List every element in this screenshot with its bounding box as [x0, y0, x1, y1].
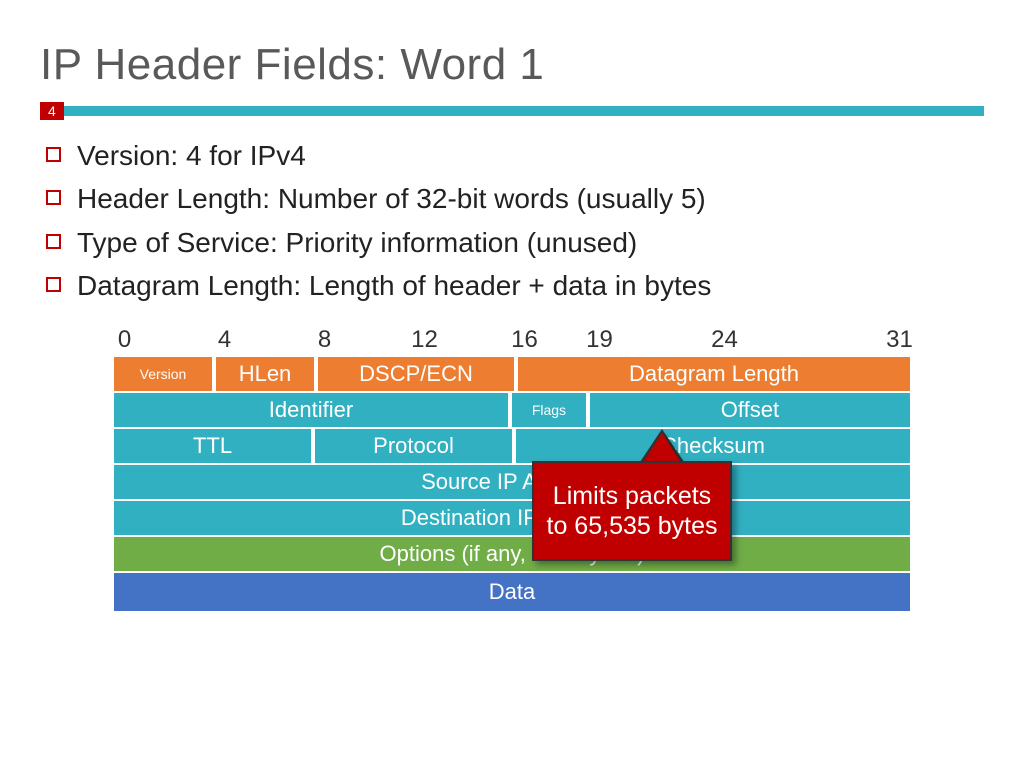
bullet-icon	[46, 234, 61, 249]
field-version: Version	[112, 356, 214, 392]
field-flags: Flags	[510, 392, 588, 428]
field-protocol: Protocol	[313, 428, 514, 464]
bit-tick-label: 4	[218, 326, 231, 354]
field-options: Options (if any, usually not)	[112, 536, 912, 572]
field-dscp-ecn: DSCP/ECN	[316, 356, 516, 392]
bullet-text: Type of Service: Priority information (u…	[77, 221, 637, 264]
bullet-text: Header Length: Number of 32-bit words (u…	[77, 177, 706, 220]
table-row: Options (if any, usually not)	[112, 536, 912, 572]
bit-tick-label: 24	[711, 326, 738, 354]
table-row: Data	[112, 572, 912, 612]
accent-bar	[64, 106, 984, 116]
bullet-text: Datagram Length: Length of header + data…	[77, 264, 711, 307]
bit-tick-label: 31	[886, 326, 913, 354]
list-item: Type of Service: Priority information (u…	[46, 221, 984, 264]
title-underline: 4	[40, 102, 984, 120]
bullet-text: Version: 4 for IPv4	[77, 134, 306, 177]
field-checksum: Checksum	[514, 428, 912, 464]
table-row: Version HLen DSCP/ECN Datagram Length	[112, 356, 912, 392]
bullet-list: Version: 4 for IPv4 Header Length: Numbe…	[46, 134, 984, 308]
list-item: Version: 4 for IPv4	[46, 134, 984, 177]
table-row: Source IP Address	[112, 464, 912, 500]
table-row: TTL Protocol Checksum	[112, 428, 912, 464]
bullet-icon	[46, 190, 61, 205]
ip-header-diagram: 0 4 8 12 16 19 24 31 Version HLen DSCP/ECN Data…	[112, 326, 912, 612]
page-number-badge: 4	[40, 102, 64, 120]
field-header-length: HLen	[214, 356, 316, 392]
table-row: Identifier Flags Offset	[112, 392, 912, 428]
field-offset: Offset	[588, 392, 912, 428]
bit-tick-label: 0	[118, 326, 131, 354]
field-ttl: TTL	[112, 428, 313, 464]
header-table: Version HLen DSCP/ECN Datagram Length Id…	[112, 356, 912, 612]
table-row: Destination IP Address	[112, 500, 912, 536]
bit-tick-label: 16	[511, 326, 538, 354]
bullet-icon	[46, 147, 61, 162]
field-datagram-length: Datagram Length	[516, 356, 912, 392]
bit-position-ruler: 0 4 8 12 16 19 24 31	[112, 326, 912, 356]
bit-tick-label: 19	[586, 326, 613, 354]
slide-title: IP Header Fields: Word 1	[40, 40, 984, 90]
field-destination-ip: Destination IP Address	[112, 500, 912, 536]
bullet-icon	[46, 277, 61, 292]
field-identifier: Identifier	[112, 392, 510, 428]
bit-tick-label: 12	[411, 326, 438, 354]
list-item: Datagram Length: Length of header + data…	[46, 264, 984, 307]
bit-tick-label: 8	[318, 326, 331, 354]
field-data: Data	[112, 572, 912, 612]
list-item: Header Length: Number of 32-bit words (u…	[46, 177, 984, 220]
field-source-ip: Source IP Address	[112, 464, 912, 500]
